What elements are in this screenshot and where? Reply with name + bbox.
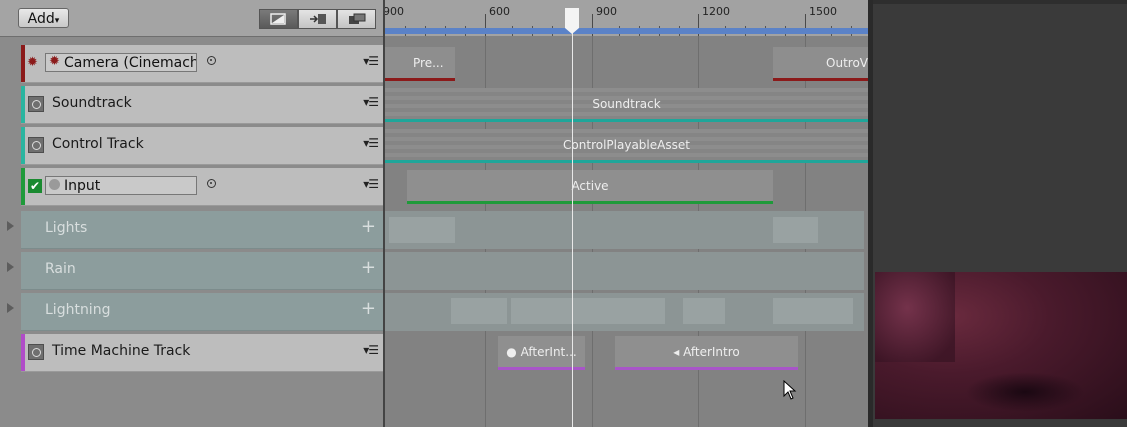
clip-soundtrack[interactable]: Soundtrack	[385, 88, 868, 122]
ruler-label: 1500	[809, 5, 837, 18]
track-menu-icon[interactable]: ▾☰	[363, 95, 379, 109]
control-track-icon	[28, 137, 44, 153]
dropdown-arrow-icon: ▾	[54, 16, 60, 26]
clip-label: Pre...	[413, 56, 444, 70]
checkbox-checked-icon[interactable]: ✔	[28, 179, 42, 193]
playhead-tip-icon	[565, 28, 579, 34]
input-binding-field[interactable]: Input	[45, 176, 197, 195]
ruler-label: 900	[385, 5, 404, 18]
track-color-strip	[21, 86, 25, 123]
ruler-label: 900	[596, 5, 617, 18]
clip-camera-outro[interactable]: OutroV	[773, 47, 868, 81]
track-menu-icon[interactable]: ▾☰	[363, 136, 379, 150]
clip-camera-pre[interactable]: Pre...	[385, 47, 455, 81]
clip-label: Active	[571, 179, 609, 193]
add-icon[interactable]: +	[361, 257, 376, 278]
ruler-label: 1200	[702, 5, 730, 18]
clip-active[interactable]: Active	[407, 170, 773, 204]
track-lane-camera: Pre... OutroV	[385, 45, 868, 85]
playhead-line[interactable]	[572, 12, 573, 427]
track-header-pane: Add▾ ✹ ✹ Camera (Cinemach ▾☰ Soundtrack …	[0, 0, 384, 427]
object-picker-icon[interactable]	[207, 56, 216, 65]
record-mode-icon	[310, 14, 326, 24]
clip-label: ◂ AfterIntro	[673, 345, 740, 359]
add-icon[interactable]: +	[361, 298, 376, 319]
track-header-input[interactable]: ✔ Input ▾☰	[21, 168, 384, 206]
track-header-time-machine[interactable]: Time Machine Track ▾☰	[21, 334, 384, 372]
group-name: Lights	[45, 220, 88, 236]
track-name: Time Machine Track	[52, 343, 191, 359]
timeline-area[interactable]: 900 600 900 1200 1500 Pre... OutroV Soun…	[385, 0, 868, 427]
clip-after-intro-b[interactable]: ◂ AfterIntro	[615, 336, 798, 370]
record-mode-button[interactable]	[298, 9, 337, 29]
input-binding-label: Input	[64, 178, 101, 194]
audio-track-icon	[28, 96, 44, 112]
track-menu-icon[interactable]: ▾☰	[363, 177, 379, 191]
camera-binding-field[interactable]: ✹ Camera (Cinemach	[45, 53, 197, 72]
track-lane-time-machine: ● AfterInt... ◂ AfterIntro	[385, 334, 868, 374]
group-lane-lightning	[385, 293, 864, 331]
clip-control-playable[interactable]: ControlPlayableAsset	[385, 129, 868, 163]
track-color-strip	[21, 45, 25, 82]
object-picker-icon[interactable]	[207, 179, 216, 188]
add-button-label: Add	[27, 11, 55, 27]
cinemachine-icon: ✹	[27, 55, 38, 70]
track-header-camera[interactable]: ✹ ✹ Camera (Cinemach ▾☰	[21, 45, 384, 83]
clip-label: Soundtrack	[592, 97, 661, 111]
clip-label: OutroV	[826, 56, 868, 70]
track-name: Soundtrack	[52, 95, 132, 111]
playhead-handle[interactable]	[565, 8, 579, 28]
clip-label: ● AfterInt...	[506, 345, 577, 359]
track-header-control[interactable]: Control Track ▾☰	[21, 127, 384, 165]
track-group-lightning[interactable]: Lightning +	[21, 293, 384, 331]
track-lane-control: ControlPlayableAsset	[385, 127, 868, 167]
track-lane-input: Active	[385, 168, 868, 208]
timeline-range-bar[interactable]	[385, 28, 868, 34]
group-name: Lightning	[45, 302, 111, 318]
track-group-rain[interactable]: Rain +	[21, 252, 384, 290]
cinemachine-icon: ✹	[49, 54, 60, 69]
scene-render-image	[875, 272, 1127, 419]
track-menu-icon[interactable]: ▾☰	[363, 54, 379, 68]
group-name: Rain	[45, 261, 76, 277]
fold-arrow-icon[interactable]	[7, 303, 14, 313]
gameobject-icon	[49, 179, 60, 190]
game-view-preview	[873, 0, 1127, 427]
preview-mode-button[interactable]	[259, 9, 298, 29]
add-icon[interactable]: +	[361, 216, 376, 237]
clip-label: ControlPlayableAsset	[563, 138, 690, 152]
track-header-soundtrack[interactable]: Soundtrack ▾☰	[21, 86, 384, 124]
custom-track-icon	[28, 344, 44, 360]
ruler-label: 600	[489, 5, 510, 18]
track-name: Control Track	[52, 136, 144, 152]
track-color-strip	[21, 334, 25, 371]
edit-mode-icon	[349, 13, 366, 24]
track-lane-soundtrack: Soundtrack	[385, 86, 868, 126]
track-color-strip	[21, 168, 25, 205]
track-group-lights[interactable]: Lights +	[21, 211, 384, 249]
camera-binding-label: Camera (Cinemach	[64, 55, 196, 71]
preview-mode-icon	[270, 13, 286, 25]
group-lane-lights	[385, 211, 864, 249]
mouse-cursor-icon	[783, 380, 797, 400]
add-track-button[interactable]: Add▾	[18, 8, 69, 28]
group-lane-rain	[385, 252, 864, 290]
track-color-strip	[21, 127, 25, 164]
fold-arrow-icon[interactable]	[7, 221, 14, 231]
edit-mode-button[interactable]	[337, 9, 376, 29]
track-menu-icon[interactable]: ▾☰	[363, 343, 379, 357]
fold-arrow-icon[interactable]	[7, 262, 14, 272]
